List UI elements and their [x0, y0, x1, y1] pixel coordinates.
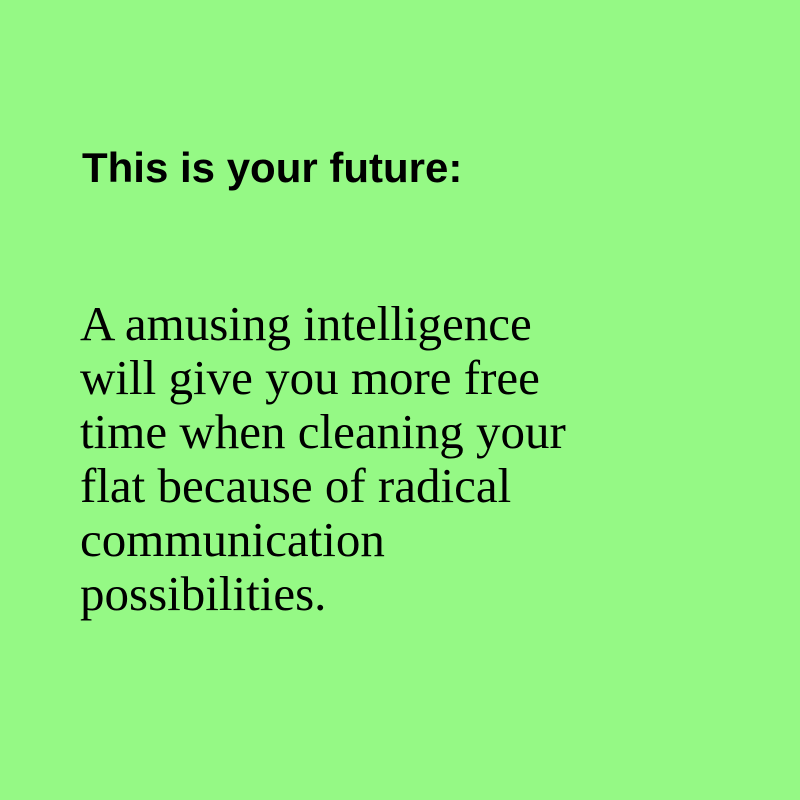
card: This is your future: A amusing intellige…: [0, 0, 800, 800]
message-line: time when cleaning your: [80, 404, 566, 459]
heading: This is your future:: [82, 144, 463, 191]
message: A amusing intelligence will give you mor…: [80, 297, 720, 621]
message-line: flat because of radical: [80, 458, 512, 513]
message-line: will give you more free: [80, 350, 540, 405]
message-line: A amusing intelligence: [80, 296, 532, 351]
message-line: communication: [80, 512, 385, 567]
message-line: possibilities.: [80, 566, 327, 621]
